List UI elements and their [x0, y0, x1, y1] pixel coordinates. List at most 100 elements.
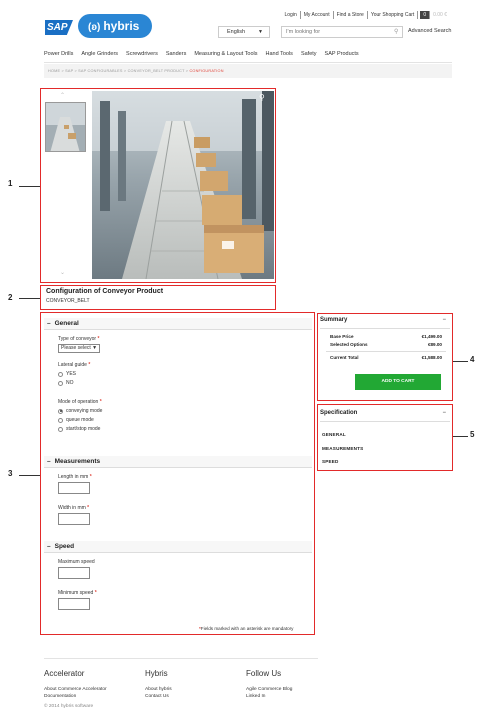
- thumbnail-image: [46, 103, 85, 151]
- advanced-search-link[interactable]: Advanced Search: [408, 28, 451, 34]
- footer-link-blog[interactable]: Agile Commerce Blog: [246, 687, 292, 692]
- caret-down-icon: ▼: [92, 345, 98, 351]
- search-icon[interactable]: ⚲: [394, 28, 398, 35]
- summary-divider: [326, 351, 446, 352]
- conveyor-photo: [92, 91, 274, 279]
- callout-5: 5: [470, 430, 475, 439]
- radio-button[interactable]: [58, 417, 63, 423]
- main-nav: Power Drills Angle Grinders Screwdrivers…: [44, 51, 452, 57]
- callout-4: 4: [470, 355, 475, 364]
- callout-1: 1: [8, 179, 13, 188]
- nav-item-power-drills[interactable]: Power Drills: [44, 51, 73, 57]
- language-value: English: [227, 29, 246, 35]
- maximum-speed-label: Maximum speed: [58, 559, 95, 565]
- footer-link-about-hybris[interactable]: About hybris: [145, 687, 172, 692]
- specification-header[interactable]: Specification −: [320, 410, 450, 422]
- type-of-conveyor-value: Please select: [61, 345, 91, 351]
- breadcrumb-current: CONFIGURATION: [189, 69, 224, 73]
- footer-link-documentation[interactable]: Documentation: [44, 694, 76, 699]
- product-thumbnail[interactable]: [45, 102, 86, 152]
- base-price-value: €1,499.00: [421, 334, 442, 339]
- nav-item-hand-tools[interactable]: Hand Tools: [266, 51, 293, 57]
- chevron-up-icon[interactable]: ⌃: [60, 92, 65, 99]
- radio-button-selected[interactable]: [58, 408, 63, 414]
- footer-copyright: © 2014 hybris software: [44, 704, 94, 709]
- mode-of-operation-label: Mode of operation *: [58, 399, 102, 405]
- lateral-guide-no-radio[interactable]: NO: [58, 380, 74, 386]
- base-price-label: Base Price: [330, 334, 354, 339]
- radio-button[interactable]: [58, 380, 63, 386]
- nav-item-angle-grinders[interactable]: Angle Grinders: [81, 51, 118, 57]
- cart-count-badge[interactable]: 0: [420, 11, 431, 19]
- footer-link-contact-us[interactable]: Contact Us: [145, 694, 169, 699]
- my-account-link[interactable]: My Account: [301, 11, 334, 19]
- length-input[interactable]: [58, 482, 90, 494]
- mode-queue-radio[interactable]: queue mode: [58, 417, 94, 423]
- callout-5-line: [453, 436, 468, 437]
- summary-title: Summary: [320, 317, 348, 323]
- footer-divider: [44, 658, 318, 659]
- spec-item-speed[interactable]: SPEED: [322, 459, 339, 464]
- footer-link-about-accelerator[interactable]: About Commerce Accelerator: [44, 687, 107, 692]
- hybris-logo[interactable]: (ʚ) hybris: [78, 14, 152, 38]
- nav-item-measuring[interactable]: Measuring & Layout Tools: [194, 51, 257, 57]
- minimum-speed-input[interactable]: [58, 598, 90, 610]
- top-links: Login My Account Find a Store Your Shopp…: [282, 11, 451, 19]
- width-label: Width in mm *: [58, 505, 90, 511]
- section-speed-header[interactable]: – Speed: [44, 541, 312, 553]
- lateral-guide-yes-radio[interactable]: YES: [58, 371, 76, 377]
- login-link[interactable]: Login: [282, 11, 301, 19]
- mode-conveying-radio[interactable]: conveying mode: [58, 408, 102, 414]
- search-input[interactable]: [281, 26, 403, 38]
- find-store-link[interactable]: Find a Store: [334, 11, 368, 19]
- section-general-header[interactable]: – General: [44, 318, 312, 330]
- nav-item-sanders[interactable]: Sanders: [166, 51, 187, 57]
- maximum-speed-input[interactable]: [58, 567, 90, 579]
- product-main-image[interactable]: [92, 91, 274, 279]
- footer-link-linkedin[interactable]: Linked In: [246, 694, 265, 699]
- add-to-cart-button[interactable]: ADD TO CART: [355, 374, 441, 390]
- callout-1-line: [19, 186, 40, 187]
- spec-item-measurements[interactable]: MEASUREMENTS: [322, 446, 363, 451]
- section-measurements-title: Measurements: [54, 458, 101, 465]
- minimum-speed-label: Minimum speed *: [58, 590, 97, 596]
- base-price-row: Base Price €1,499.00: [330, 334, 442, 339]
- chevron-down-icon[interactable]: ⌄: [60, 269, 65, 276]
- hybris-mark-icon: (ʚ): [88, 22, 101, 33]
- collapse-icon[interactable]: −: [442, 410, 446, 416]
- summary-header[interactable]: Summary −: [320, 317, 450, 329]
- collapse-icon[interactable]: –: [47, 458, 51, 465]
- collapse-icon[interactable]: −: [442, 317, 446, 323]
- zoom-icon[interactable]: ⚲: [259, 93, 265, 102]
- sap-logo[interactable]: SAP: [45, 20, 73, 35]
- hybris-logo-text: hybris: [103, 19, 140, 33]
- collapse-icon[interactable]: –: [47, 543, 51, 550]
- type-of-conveyor-label: Type of conveyor *: [58, 336, 100, 342]
- callout-2: 2: [8, 293, 13, 302]
- breadcrumb-trail[interactable]: HOME > SAP > SAP CONFIGURABLES > CONVEYO…: [48, 69, 188, 73]
- current-total-value: €1,588.00: [421, 355, 442, 360]
- breadcrumb: HOME > SAP > SAP CONFIGURABLES > CONVEYO…: [44, 64, 452, 78]
- mode-startstop-radio[interactable]: start/stop mode: [58, 426, 100, 432]
- type-of-conveyor-select[interactable]: Please select ▼: [58, 344, 100, 353]
- collapse-icon[interactable]: –: [47, 320, 51, 327]
- footer-follow-us-title: Follow Us: [246, 669, 282, 678]
- cart-total: 0.00 €: [433, 12, 447, 18]
- radio-button[interactable]: [58, 426, 63, 432]
- length-label: Length in mm *: [58, 474, 92, 480]
- lateral-guide-label: Lateral guide *: [58, 362, 91, 368]
- spec-item-general[interactable]: GENERAL: [322, 432, 346, 437]
- nav-item-safety[interactable]: Safety: [301, 51, 317, 57]
- nav-divider: [44, 62, 452, 63]
- section-measurements-header[interactable]: – Measurements: [44, 456, 312, 468]
- section-general-title: General: [54, 320, 79, 327]
- nav-item-sap-products[interactable]: SAP Products: [325, 51, 359, 57]
- selected-options-value: €89.00: [427, 342, 442, 347]
- shopping-cart-link[interactable]: Your Shopping Cart: [368, 11, 419, 19]
- language-select[interactable]: English ▼: [218, 26, 270, 38]
- current-total-label: Current Total: [330, 355, 359, 360]
- nav-item-screwdrivers[interactable]: Screwdrivers: [126, 51, 158, 57]
- caret-down-icon: ▼: [258, 29, 263, 35]
- width-input[interactable]: [58, 513, 90, 525]
- radio-button[interactable]: [58, 371, 63, 377]
